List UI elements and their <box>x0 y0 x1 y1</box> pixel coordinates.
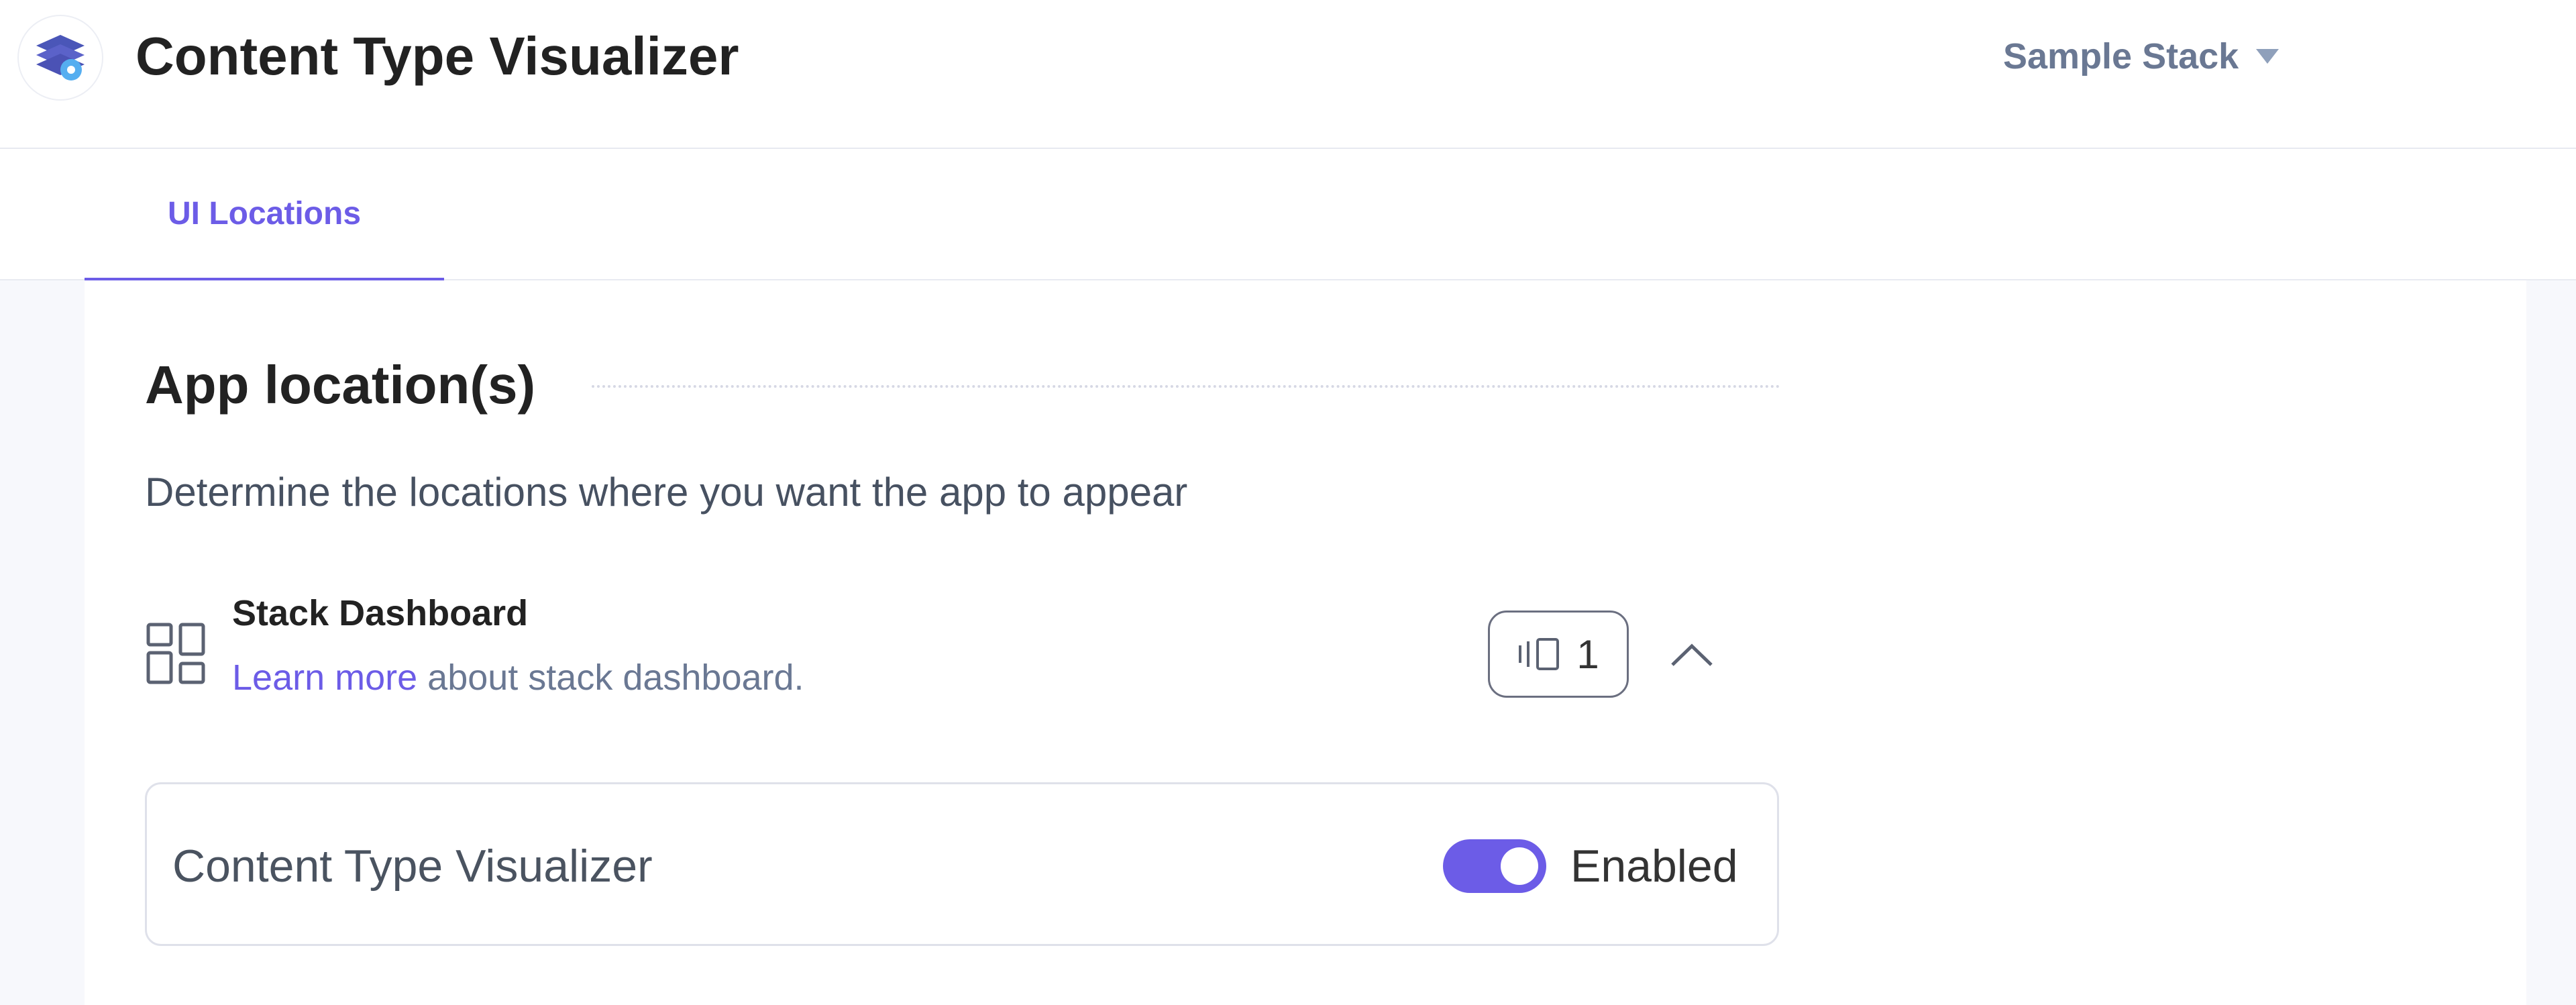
learn-more-link[interactable]: Learn more <box>232 657 417 698</box>
tab-ui-locations[interactable]: UI Locations <box>85 149 444 280</box>
section-title: App location(s) <box>145 355 536 415</box>
location-count-badge[interactable]: 1 <box>1488 611 1629 698</box>
section-description: Determine the locations where you want t… <box>145 470 1188 515</box>
widget-icon <box>1519 638 1560 670</box>
app-logo <box>17 15 103 101</box>
stack-selector[interactable]: Sample Stack <box>2003 32 2279 81</box>
toggle-label: Enabled <box>1570 841 1738 892</box>
location-help-suffix: about stack dashboard. <box>417 657 804 698</box>
chevron-up-icon <box>1671 643 1713 666</box>
stack-selector-label: Sample Stack <box>2003 36 2239 76</box>
location-entry-card: Content Type Visualizer Enabled <box>145 782 1779 946</box>
entry-name: Content Type Visualizer <box>172 841 653 892</box>
tab-label: UI Locations <box>167 195 362 231</box>
location-name: Stack Dashboard <box>232 593 529 633</box>
app-title: Content Type Visualizer <box>136 26 739 86</box>
top-header: Content Type Visualizer Sample Stack <box>0 0 2576 149</box>
toggle-knob <box>1501 847 1538 885</box>
main-panel: App location(s) Determine the locations … <box>85 280 2526 1005</box>
caret-down-icon <box>2256 49 2279 64</box>
collapse-button[interactable] <box>1660 623 1724 687</box>
tab-bar: UI Locations <box>0 149 2576 280</box>
location-help-text: Learn more about stack dashboard. <box>232 656 804 699</box>
section-divider <box>592 385 1780 388</box>
stack-logo-icon <box>36 35 85 81</box>
location-count: 1 <box>1576 631 1599 677</box>
dashboard-layout-icon <box>146 623 205 684</box>
enabled-toggle[interactable] <box>1443 839 1546 893</box>
